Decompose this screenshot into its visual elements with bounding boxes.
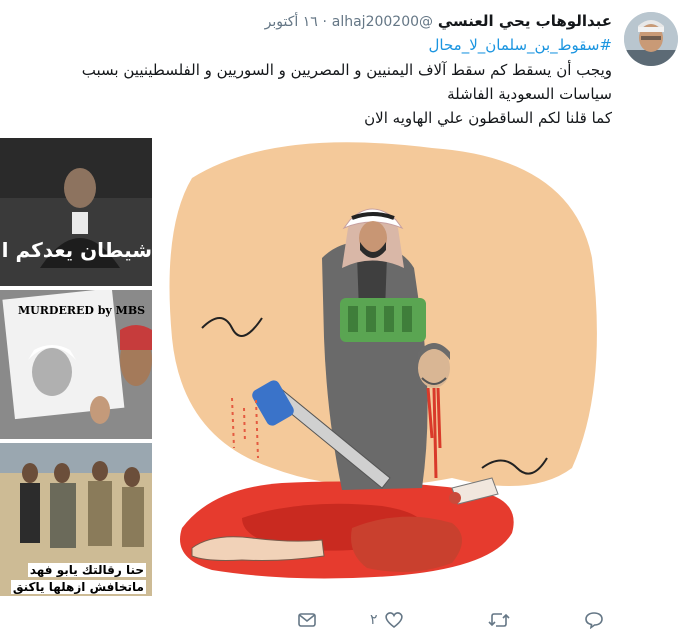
- author-handle[interactable]: @alhaj200200: [332, 14, 433, 30]
- media-thumbnail-3[interactable]: حنا رقالتك يابو فهد ماتخافش ازهلها ياكنق: [0, 443, 152, 596]
- media-main-image[interactable]: [152, 138, 608, 596]
- retweet-icon: [488, 611, 510, 629]
- retweet-button[interactable]: [488, 608, 510, 632]
- tweet-text: ويجب أن يسقط كم سقط آلاف اليمنيين و المص…: [12, 58, 612, 130]
- media-thumbnail-2[interactable]: MURDERED by MBS: [0, 290, 152, 439]
- tweet-actions: ٢: [0, 606, 692, 636]
- reply-icon: [584, 611, 604, 629]
- tweet-date[interactable]: ١٦ أكتوبر: [265, 14, 318, 30]
- tweet-text-line: سياسات السعودية الفاشلة: [447, 85, 612, 103]
- media-thumbnail-1[interactable]: شيطان يعدكم الف: [0, 138, 152, 286]
- tweet-text-line: كما قلنا لكم الساقطون علي الهاويه الان: [364, 109, 612, 127]
- author-name[interactable]: عبدالوهاب يحي العنسي: [438, 12, 612, 30]
- reply-button[interactable]: [584, 608, 604, 632]
- tweet-text-line: ويجب أن يسقط كم سقط آلاف اليمنيين و المص…: [81, 61, 612, 79]
- tweet-media[interactable]: شيطان يعدكم الف MURDERED by MBS: [0, 138, 608, 596]
- envelope-icon: [298, 613, 316, 627]
- tweet-header: عبدالوهاب يحي العنسي @alhaj200200 · ١٦ أ…: [265, 12, 612, 30]
- tweet[interactable]: عبدالوهاب يحي العنسي @alhaj200200 · ١٦ أ…: [0, 0, 692, 644]
- avatar[interactable]: [624, 12, 678, 66]
- like-count: ٢: [370, 612, 378, 628]
- heart-icon: [384, 611, 404, 629]
- hashtag-link[interactable]: #سقوط_بن_سلمان_لا_محال: [429, 36, 612, 54]
- sign-text: MURDERED by MBS: [18, 304, 146, 317]
- separator-dot: ·: [322, 14, 327, 30]
- thumbnail-caption: شيطان يعدكم الف: [0, 238, 152, 262]
- dm-button[interactable]: [298, 608, 316, 632]
- thumbnail-caption: حنا رقالتك يابو فهد: [27, 563, 146, 577]
- like-button[interactable]: ٢: [370, 608, 404, 632]
- thumbnail-caption: ماتخافش ازهلها ياكنق: [10, 580, 146, 594]
